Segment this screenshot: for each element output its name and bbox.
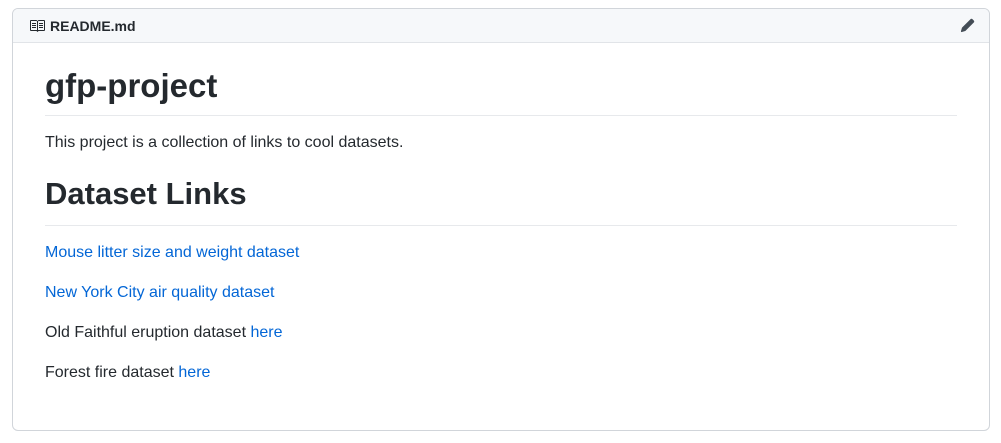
section-heading: Dataset Links <box>45 175 957 226</box>
link-prefix: Old Faithful eruption dataset <box>45 324 251 341</box>
list-item: New York City air quality dataset <box>45 282 957 303</box>
old-faithful-link[interactable]: here <box>250 324 282 341</box>
mouse-dataset-link[interactable]: Mouse litter size and weight dataset <box>45 244 299 261</box>
list-item: Old Faithful eruption dataset here <box>45 322 957 343</box>
link-prefix: Forest fire dataset <box>45 364 179 381</box>
file-title: README.md <box>29 18 136 34</box>
pencil-icon[interactable] <box>960 18 975 33</box>
list-item: Forest fire dataset here <box>45 362 957 383</box>
page-title: gfp-project <box>45 65 957 117</box>
intro-text: This project is a collection of links to… <box>45 134 404 152</box>
book-icon <box>29 18 45 34</box>
readme-box: README.md gfp-project This project is a … <box>12 8 990 431</box>
nyc-air-quality-link[interactable]: New York City air quality dataset <box>45 284 274 301</box>
list-item: Mouse litter size and weight dataset <box>45 242 957 263</box>
readme-content: gfp-project This project is a collection… <box>13 43 989 383</box>
forest-fire-link[interactable]: here <box>178 364 210 381</box>
file-name: README.md <box>50 17 136 34</box>
readme-header: README.md <box>13 9 989 43</box>
